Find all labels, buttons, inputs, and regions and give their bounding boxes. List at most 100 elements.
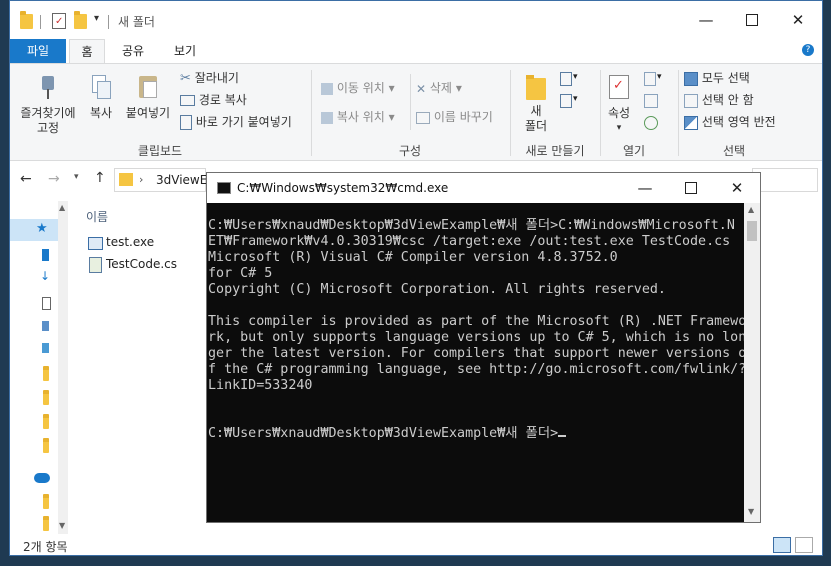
scroll-thumb[interactable] [747, 221, 757, 241]
scroll-down-icon[interactable]: ▼ [59, 521, 65, 530]
move-to-icon [321, 82, 333, 95]
invert-selection-button[interactable]: 선택 영역 반전 [684, 112, 776, 132]
copy-button[interactable]: 복사 [86, 74, 116, 121]
maximize-button[interactable] [729, 1, 775, 39]
history-icon[interactable] [644, 116, 658, 130]
select-none-button[interactable]: 선택 안 함 [684, 90, 754, 110]
pc-icon[interactable] [42, 343, 49, 353]
quick-access-item[interactable]: ★ [10, 219, 58, 241]
close-button[interactable]: ✕ [775, 1, 821, 39]
paste-shortcut-button[interactable]: 바로 가기 붙여넣기 [180, 112, 292, 132]
large-icons-view-icon[interactable] [795, 537, 813, 553]
edit-icon[interactable] [644, 94, 658, 108]
console-line: LinkID=533240 [208, 378, 313, 393]
pin-label: 즐겨찾기에 고정 [20, 106, 76, 135]
paste-icon [137, 74, 159, 100]
cmd-title-bar: C:₩Windows₩system32₩cmd.exe — ✕ [207, 173, 760, 203]
console-line: C:₩Users₩xnaud₩Desktop₩3dViewExample₩새 폴… [208, 218, 735, 233]
tab-home[interactable]: 홈 [69, 39, 105, 63]
console-prompt-line: C:₩Users₩xnaud₩Desktop₩3dViewExample₩새 폴… [208, 426, 567, 442]
cmd-maximize-button[interactable] [668, 173, 714, 203]
cmd-scrollbar[interactable]: ▲ ▼ [744, 203, 760, 522]
pin-to-quick-access-button[interactable]: 즐겨찾기에 고정 [14, 74, 82, 136]
group-label-clipboard: 클립보드 [137, 144, 183, 158]
file-list: 이름 test.exe TestCode.cs [74, 201, 214, 536]
delete-icon: ✕ [416, 81, 427, 96]
console-output[interactable]: C:₩Users₩xnaud₩Desktop₩3dViewExample₩새 폴… [207, 203, 744, 522]
move-to-button[interactable]: 이동 위치 ▾ [321, 78, 395, 98]
paste-label: 붙여넣기 [125, 106, 171, 120]
copy-to-button[interactable]: 복사 위치 ▾ [321, 107, 395, 127]
properties-icon[interactable]: ✓ [52, 13, 66, 29]
close-icon: ✕ [791, 11, 805, 29]
column-header-name[interactable]: 이름 [86, 208, 108, 225]
pictures-icon[interactable] [42, 321, 49, 331]
paste-shortcut-label: 바로 가기 붙여넣기 [195, 115, 292, 129]
tab-view[interactable]: 보기 [168, 39, 202, 63]
delete-button[interactable]: ✕ 삭제 ▾ [416, 78, 462, 98]
minimize-button[interactable]: — [683, 1, 729, 39]
paste-button[interactable]: 붙여넣기 [122, 74, 174, 121]
chevron-down-icon[interactable]: ▾ [94, 13, 99, 24]
copy-path-icon [180, 95, 195, 106]
scroll-up-icon[interactable]: ▲ [748, 205, 754, 214]
group-divider [510, 70, 511, 156]
group-label-open: 열기 [622, 144, 646, 158]
easy-access-icon[interactable]: ▾ [560, 92, 582, 108]
help-icon[interactable]: ? [802, 44, 814, 56]
scrollbar[interactable]: ▲ ▼ [58, 201, 68, 536]
folder-icon[interactable] [43, 438, 49, 453]
folder-icon[interactable] [43, 390, 49, 405]
file-name: TestCode.cs [106, 257, 178, 271]
folder-icon[interactable] [43, 366, 49, 381]
select-all-button[interactable]: 모두 선택 [684, 68, 750, 88]
new-folder-icon[interactable] [74, 11, 87, 29]
open-icon[interactable]: ▾ [644, 70, 666, 86]
folder-icon[interactable] [43, 494, 49, 509]
download-icon[interactable]: ↓ [40, 269, 50, 283]
breadcrumb-chevron-icon: › [139, 173, 144, 186]
select-all-icon [684, 71, 698, 86]
properties-button[interactable]: ✓ 속성 ▾ [602, 74, 636, 136]
maximize-icon [746, 14, 758, 26]
copy-path-label: 경로 복사 [198, 93, 247, 107]
scroll-up-icon[interactable]: ▲ [59, 203, 65, 212]
documents-icon[interactable] [42, 297, 51, 310]
group-divider [678, 70, 679, 156]
cmd-close-button[interactable]: ✕ [714, 173, 760, 203]
group-divider [600, 70, 601, 156]
recent-chevron-icon[interactable]: ▾ [74, 172, 79, 182]
properties-icon: ✓ [608, 74, 630, 100]
folder-icon[interactable] [43, 516, 49, 531]
back-arrow-icon[interactable]: ← [20, 171, 32, 187]
desktop-icon[interactable] [42, 249, 49, 261]
up-arrow-icon[interactable]: ↑ [94, 170, 106, 186]
chevron-down-icon: ▾ [388, 81, 395, 95]
properties-label: 속성 [607, 106, 631, 120]
folder-icon [20, 11, 33, 29]
console-line: f the C# programming language, see http:… [208, 362, 744, 377]
cut-button[interactable]: ✂ 잘라내기 [180, 68, 239, 88]
navigation-pane: ★ ↓ ▲ ▼ [10, 201, 68, 536]
copy-label: 복사 [89, 106, 113, 120]
new-folder-label: 새 폴더 [524, 104, 548, 133]
cs-file-icon [89, 257, 102, 273]
tab-file[interactable]: 파일 [10, 39, 66, 63]
close-icon: ✕ [730, 179, 744, 197]
scroll-down-icon[interactable]: ▼ [748, 507, 754, 516]
tab-share[interactable]: 공유 [116, 39, 150, 63]
new-folder-button[interactable]: 새 폴더 [518, 74, 554, 134]
new-item-icon[interactable]: ▾ [560, 70, 582, 86]
group-divider [410, 74, 411, 130]
search-input[interactable] [752, 168, 818, 192]
details-view-icon[interactable] [773, 537, 791, 553]
cmd-minimize-button[interactable]: — [622, 173, 668, 203]
star-icon: ★ [36, 221, 48, 236]
copy-to-icon [321, 111, 333, 124]
onedrive-icon[interactable] [34, 473, 50, 483]
folder-icon[interactable] [43, 414, 49, 429]
cut-label: 잘라내기 [194, 71, 239, 85]
forward-arrow-icon[interactable]: → [48, 171, 60, 187]
copy-path-button[interactable]: 경로 복사 [180, 90, 247, 110]
rename-button[interactable]: 이름 바꾸기 [416, 107, 493, 127]
